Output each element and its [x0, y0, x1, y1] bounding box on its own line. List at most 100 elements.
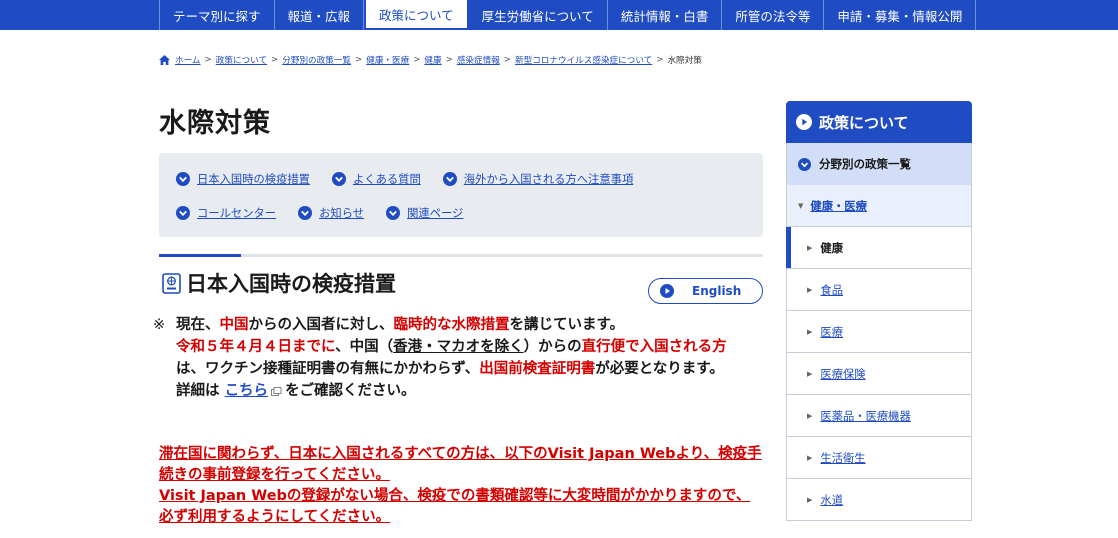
nav-item-apply[interactable]: 申請・募集・情報公開	[824, 0, 977, 30]
nav-item-policy[interactable]: 政策について	[364, 0, 469, 30]
notice-emphasis: 臨時的な水際措置	[393, 317, 510, 333]
sidebar-item-label[interactable]: 医薬品・医療機器	[820, 408, 910, 424]
circle-down-icon	[298, 206, 313, 220]
nav-item-about[interactable]: 厚生労働省について	[469, 0, 608, 30]
external-link-icon	[271, 386, 282, 396]
breadcrumb-health-medical[interactable]: 健康・医療	[366, 54, 409, 66]
section-divider-accent	[159, 254, 241, 257]
anchor-link-label[interactable]: 海外から入国される方へ注意事項	[464, 171, 633, 187]
anchor-call-center[interactable]: コールセンター	[176, 205, 276, 221]
breadcrumb-separator: >	[503, 55, 511, 65]
notice-line: 令和５年４月４日までに、中国（香港・マカオを除く）からの直行便で入国される方	[153, 336, 727, 358]
nav-item-press[interactable]: 報道・広報	[275, 0, 365, 30]
notice-emphasis: 令和５年４月４日までに	[176, 339, 336, 355]
sidebar-item-water[interactable]: ▶ 水道	[786, 479, 972, 521]
sidebar-item-food[interactable]: ▶ 食品	[786, 269, 972, 311]
triangle-right-icon: ▶	[807, 411, 813, 420]
circle-down-icon	[798, 157, 811, 171]
breadcrumb-infection[interactable]: 感染症情報	[457, 54, 500, 66]
anchor-links-box: 日本入国時の検疫措置 よくある質問 海外から入国される方へ注意事項 コールセンタ…	[159, 153, 763, 237]
sidebar-item-health[interactable]: ▶ 健康	[786, 227, 972, 269]
sidebar-item-label: 健康	[820, 241, 843, 255]
anchor-row: 日本入国時の検疫措置 よくある質問 海外から入国される方へ注意事項	[176, 171, 655, 187]
visit-japan-link-2[interactable]: Visit Japan Webの登録がない場合、検疫での書類確認等に大変時間がか…	[159, 486, 763, 528]
sidebar-heading[interactable]: 政策について	[786, 101, 972, 143]
sidebar-item-label[interactable]: 生活衛生	[820, 450, 865, 466]
breadcrumb-separator: >	[204, 55, 212, 65]
triangle-right-icon: ▶	[807, 495, 813, 504]
sidebar-item-label[interactable]: 医療保険	[820, 366, 865, 382]
visit-japan-link-1[interactable]: 滞在国に関わらず、日本に入国されるすべての方は、以下のVisit Japan W…	[159, 444, 763, 486]
triangle-right-icon: ▶	[807, 243, 813, 252]
note-mark: ※	[153, 317, 166, 333]
home-icon	[159, 55, 170, 65]
passport-icon	[162, 272, 181, 294]
english-button-label: English	[692, 284, 742, 298]
notice-text: をご確認ください。	[285, 383, 416, 399]
sidebar: 政策について 分野別の政策一覧 ▼ 健康・医療 ▶ 健康 ▶ 食品 ▶ 医療 ▶…	[786, 101, 972, 521]
visit-japan-notice: 滞在国に関わらず、日本に入国されるすべての方は、以下のVisit Japan W…	[159, 444, 763, 528]
sidebar-item-medical[interactable]: ▶ 医療	[786, 311, 972, 353]
notice-text: 現在、	[176, 317, 220, 333]
sidebar-item-label[interactable]: 水道	[820, 492, 843, 508]
anchor-link-label[interactable]: コールセンター	[197, 205, 276, 221]
sidebar-item-sanitation[interactable]: ▶ 生活衛生	[786, 437, 972, 479]
anchor-link-label[interactable]: お知らせ	[319, 205, 364, 221]
sidebar-item-label[interactable]: 食品	[820, 282, 843, 298]
triangle-down-icon: ▼	[798, 201, 804, 210]
breadcrumb-home[interactable]: ホーム	[175, 54, 201, 66]
english-button[interactable]: English	[648, 278, 763, 304]
nav-item-theme[interactable]: テーマ別に探す	[159, 0, 275, 30]
notice-block: ※ 現在、中国からの入国者に対し、臨時的な水際措置を講じています。 令和５年４月４…	[153, 314, 727, 402]
circle-down-icon	[442, 172, 457, 186]
circle-down-icon	[176, 172, 190, 186]
anchor-quarantine[interactable]: 日本入国時の検疫措置	[176, 171, 310, 187]
notice-emphasis: 出国前検査証明書	[479, 361, 596, 377]
breadcrumb-separator: >	[656, 55, 664, 65]
circle-down-icon	[176, 206, 190, 220]
anchor-link-label[interactable]: よくある質問	[353, 171, 421, 187]
anchor-related[interactable]: 関連ページ	[386, 205, 463, 221]
breadcrumb-separator: >	[413, 55, 421, 65]
breadcrumb-separator: >	[355, 55, 363, 65]
circle-play-icon	[660, 284, 674, 298]
notice-line: は、ワクチン接種証明書の有無にかかわらず、出国前検査証明書が必要となります。	[153, 358, 727, 380]
notice-text: を講じています。	[509, 317, 625, 333]
notice-underlined: 香港・マカオを除く	[393, 339, 524, 355]
triangle-right-icon: ▶	[807, 327, 813, 336]
circle-play-icon	[796, 114, 812, 130]
section-heading-text: 日本入国時の検疫措置	[186, 272, 396, 296]
nav-item-stats[interactable]: 統計情報・白書	[608, 0, 723, 30]
breadcrumb-covid[interactable]: 新型コロナウイルス感染症について	[515, 54, 652, 66]
anchor-link-label[interactable]: 日本入国時の検疫措置	[197, 171, 310, 187]
sidebar-item-pharma[interactable]: ▶ 医薬品・医療機器	[786, 395, 972, 437]
sidebar-sub-label: 分野別の政策一覧	[819, 157, 911, 171]
breadcrumb-separator: >	[271, 55, 279, 65]
anchor-faq[interactable]: よくある質問	[331, 171, 421, 187]
sidebar-item-insurance[interactable]: ▶ 医療保険	[786, 353, 972, 395]
anchor-news[interactable]: お知らせ	[298, 205, 364, 221]
breadcrumb: ホーム > 政策について > 分野別の政策一覧 > 健康・医療 > 健康 > 感…	[159, 54, 702, 66]
nav-item-laws[interactable]: 所管の法令等	[722, 0, 825, 30]
notice-text: 、中国（	[335, 339, 394, 355]
notice-emphasis: 直行便で入国される方	[581, 339, 727, 355]
breadcrumb-policy[interactable]: 政策について	[216, 54, 267, 66]
triangle-right-icon: ▶	[807, 453, 813, 462]
breadcrumb-policy-list[interactable]: 分野別の政策一覧	[282, 54, 351, 66]
sidebar-policy-list[interactable]: 分野別の政策一覧	[786, 143, 972, 185]
anchor-caution[interactable]: 海外から入国される方へ注意事項	[442, 171, 633, 187]
section-divider	[159, 254, 763, 257]
circle-down-icon	[331, 172, 346, 186]
global-nav: テーマ別に探す 報道・広報 政策について 厚生労働省について 統計情報・白書 所…	[0, 0, 1118, 30]
anchor-link-label[interactable]: 関連ページ	[407, 205, 463, 221]
sidebar-item-label[interactable]: 医療	[820, 324, 843, 340]
notice-text: 詳細は	[176, 383, 220, 399]
breadcrumb-separator: >	[445, 55, 453, 65]
section-heading: 日本入国時の検疫措置	[162, 268, 396, 298]
details-link[interactable]: こちら	[225, 383, 269, 399]
notice-line: ※ 現在、中国からの入国者に対し、臨時的な水際措置を講じています。	[153, 314, 727, 336]
breadcrumb-health[interactable]: 健康	[424, 54, 441, 66]
sidebar-category-label[interactable]: 健康・医療	[810, 198, 867, 214]
sidebar-category-health-medical[interactable]: ▼ 健康・医療	[786, 185, 972, 227]
breadcrumb-current: 水際対策	[667, 56, 702, 66]
